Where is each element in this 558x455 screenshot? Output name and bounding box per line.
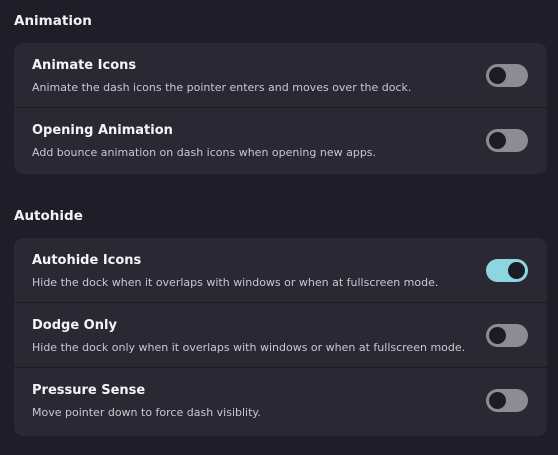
setting-row-opening-animation[interactable]: Opening Animation Add bounce animation o… <box>14 108 547 173</box>
setting-title: Animate Icons <box>32 58 137 73</box>
dodge-only-toggle[interactable] <box>486 324 528 347</box>
opening-animation-toggle[interactable] <box>486 129 528 152</box>
setting-row-pressure-sense[interactable]: Pressure Sense Move pointer down to forc… <box>14 368 547 433</box>
setting-description: Hide the dock when it overlaps with wind… <box>32 276 439 289</box>
setting-title: Opening Animation <box>32 123 173 138</box>
setting-title: Dodge Only <box>32 318 117 333</box>
setting-description: Hide the dock only when it overlaps with… <box>32 341 466 354</box>
autohide-group: Autohide Icons Hide the dock when it ove… <box>14 238 547 436</box>
toggle-knob <box>489 327 506 344</box>
section-title-autohide: Autohide <box>14 208 83 224</box>
setting-description: Move pointer down to force dash visiblit… <box>32 406 261 419</box>
animation-group: Animate Icons Animate the dash icons the… <box>14 43 547 174</box>
setting-row-dodge-only[interactable]: Dodge Only Hide the dock only when it ov… <box>14 303 547 368</box>
settings-page: Animation Animate Icons Animate the dash… <box>0 0 558 455</box>
toggle-knob <box>508 262 525 279</box>
toggle-knob <box>489 392 506 409</box>
section-title-animation: Animation <box>14 13 92 29</box>
setting-description: Add bounce animation on dash icons when … <box>32 146 377 159</box>
setting-row-animate-icons[interactable]: Animate Icons Animate the dash icons the… <box>14 43 547 108</box>
setting-title: Pressure Sense <box>32 383 146 398</box>
setting-row-autohide-icons[interactable]: Autohide Icons Hide the dock when it ove… <box>14 238 547 303</box>
autohide-icons-toggle[interactable] <box>486 259 528 282</box>
toggle-knob <box>489 132 506 149</box>
setting-description: Animate the dash icons the pointer enter… <box>32 81 412 94</box>
setting-title: Autohide Icons <box>32 253 142 268</box>
toggle-knob <box>489 67 506 84</box>
animate-icons-toggle[interactable] <box>486 64 528 87</box>
pressure-sense-toggle[interactable] <box>486 389 528 412</box>
